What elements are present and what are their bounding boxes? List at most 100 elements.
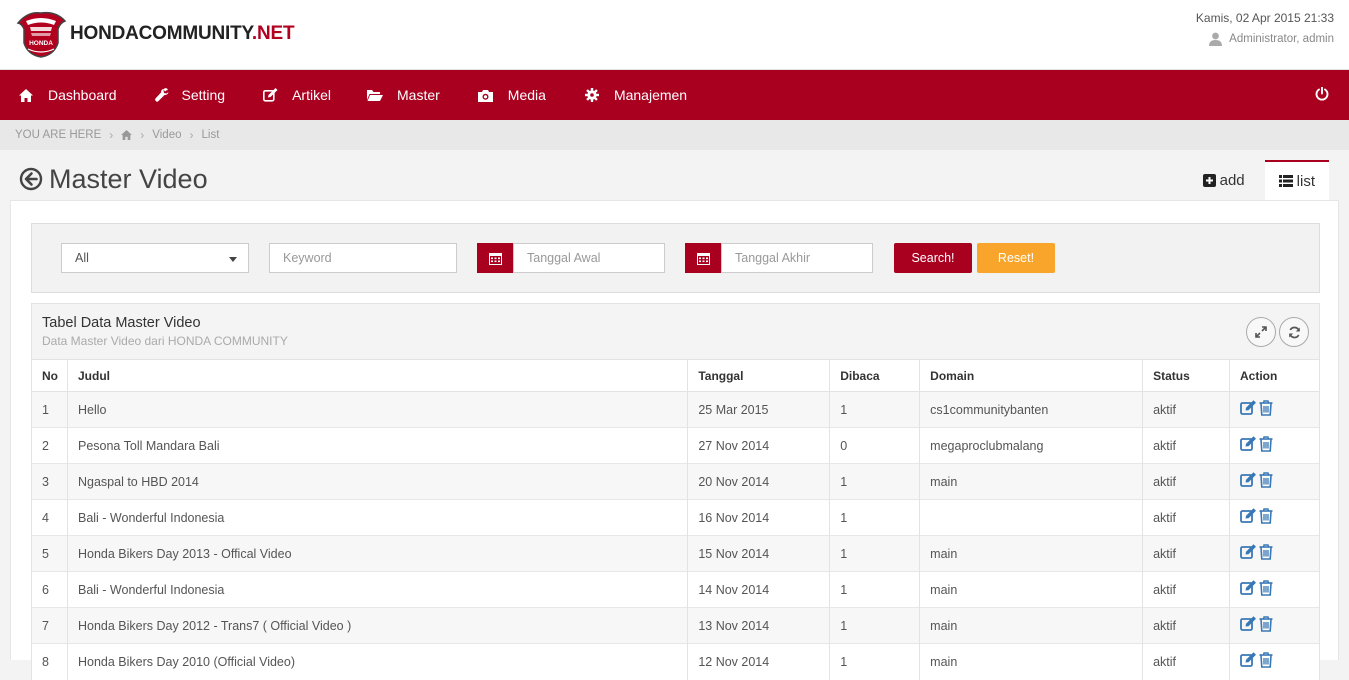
edit-icon[interactable] [1240, 436, 1257, 455]
calendar-start-button[interactable] [477, 243, 513, 273]
cell-tanggal: 13 Nov 2014 [687, 607, 831, 644]
cell-action [1229, 427, 1320, 464]
chevron-right-icon: › [140, 128, 145, 142]
nav-manajemen[interactable]: Manajemen [584, 70, 687, 120]
nav-manajemen-label: Manajemen [613, 87, 688, 103]
edit-icon [262, 87, 278, 103]
cell-dibaca: 1 [829, 391, 921, 428]
tab-list[interactable]: list [1264, 160, 1329, 200]
cell-dibaca: 1 [829, 535, 921, 572]
cell-no: 3 [31, 463, 68, 500]
cell-dibaca: 1 [829, 643, 921, 680]
svg-text:HONDA: HONDA [29, 40, 53, 47]
cell-dibaca: 1 [829, 607, 921, 644]
table-row[interactable]: 3 Ngaspal to HBD 2014 20 Nov 2014 1 main akti… [31, 463, 1320, 500]
table-row[interactable]: 1 Hello 25 Mar 2015 1 cs1communitybanten akti… [31, 391, 1320, 428]
trash-icon[interactable] [1259, 400, 1273, 419]
date-start-input[interactable]: Tanggal Awal [513, 243, 665, 273]
table-header-panel: Tabel Data Master Video Data Master Vide… [31, 303, 1320, 359]
cell-domain: megaproclubmalang [919, 427, 1144, 464]
trash-icon[interactable] [1259, 508, 1273, 527]
calendar-end-button[interactable] [685, 243, 721, 273]
breadcrumb-home-icon[interactable] [121, 130, 133, 140]
col-dibaca: Dibaca [829, 359, 921, 392]
date-end-input[interactable]: Tanggal Akhir [721, 243, 873, 273]
edit-icon[interactable] [1240, 616, 1257, 635]
back-arrow-circle-icon[interactable] [19, 167, 43, 191]
nav-media[interactable]: Media [478, 70, 546, 120]
breadcrumb-prefix: YOU ARE HERE [15, 129, 102, 141]
cell-status: aktif [1142, 643, 1231, 680]
col-domain: Domain [919, 359, 1144, 392]
calendar-icon [696, 252, 710, 265]
edit-icon[interactable] [1240, 400, 1257, 419]
cell-action [1229, 391, 1320, 428]
edit-icon[interactable] [1240, 544, 1257, 563]
list-icon [1278, 175, 1293, 187]
user-name: Administrator, admin [1229, 33, 1334, 45]
reset-button[interactable]: Reset! [977, 243, 1055, 273]
col-no: No [31, 359, 68, 392]
edit-icon[interactable] [1240, 472, 1257, 491]
col-status: Status [1142, 359, 1231, 392]
cell-status: aktif [1142, 391, 1231, 428]
cell-domain: main [919, 607, 1144, 644]
trash-icon[interactable] [1259, 436, 1273, 455]
refresh-button[interactable] [1279, 317, 1309, 347]
gear-icon [584, 87, 600, 103]
category-select[interactable]: All [61, 243, 249, 273]
trash-icon[interactable] [1259, 580, 1273, 599]
cell-domain [919, 499, 1144, 536]
cell-judul: Honda Bikers Day 2013 - Offical Video [66, 535, 689, 572]
content-panel: All Keyword Tanggal Awal Tanggal Akhir S… [10, 200, 1339, 680]
cell-judul: Honda Bikers Day 2010 (Official Video) [66, 643, 689, 680]
table-row[interactable]: 6 Bali - Wonderful Indonesia 14 Nov 2014 1 m… [31, 571, 1320, 608]
nav-setting[interactable]: Setting [154, 70, 226, 120]
edit-icon[interactable] [1240, 652, 1257, 671]
table-row[interactable]: 8 Honda Bikers Day 2010 (Official Video) 1… [31, 643, 1320, 680]
page-titlebar: Master Video add list [0, 150, 1349, 200]
caret-down-icon [229, 257, 237, 262]
chevron-right-icon: › [109, 128, 114, 142]
edit-icon[interactable] [1240, 580, 1257, 599]
trash-icon[interactable] [1259, 652, 1273, 671]
breadcrumb-video[interactable]: Video [152, 129, 181, 141]
nav-artikel[interactable]: Artikel [262, 70, 331, 120]
cell-dibaca: 1 [829, 463, 921, 500]
cell-status: aktif [1142, 607, 1231, 644]
nav-setting-label: Setting [181, 87, 226, 103]
tab-add[interactable]: add [1188, 160, 1259, 200]
expand-button[interactable] [1246, 317, 1276, 347]
cell-judul: Ngaspal to HBD 2014 [66, 463, 689, 500]
video-table: No Judul Tanggal Dibaca Domain Status Ac… [31, 359, 1320, 680]
trash-icon[interactable] [1259, 544, 1273, 563]
user-menu[interactable]: Administrator, admin [1196, 32, 1334, 46]
wrench-icon [154, 87, 170, 103]
nav-dashboard-label: Dashboard [48, 87, 117, 103]
col-action: Action [1229, 359, 1320, 392]
trash-icon[interactable] [1259, 616, 1273, 635]
chevron-right-icon: › [189, 128, 194, 142]
camera-icon [478, 87, 494, 103]
edit-icon[interactable] [1240, 508, 1257, 527]
search-button[interactable]: Search! [894, 243, 972, 273]
cell-no: 2 [31, 427, 68, 464]
col-judul: Judul [66, 359, 689, 392]
site-name-main: HONDACOMMUNITY [70, 23, 252, 44]
cell-no: 4 [31, 499, 68, 536]
table-row[interactable]: 7 Honda Bikers Day 2012 - Trans7 ( Offici… [31, 607, 1320, 644]
nav-dashboard[interactable]: Dashboard [18, 70, 117, 120]
table-row[interactable]: 2 Pesona Toll Mandara Bali 27 Nov 2014 0 meg… [31, 427, 1320, 464]
table-row[interactable]: 4 Bali - Wonderful Indonesia 16 Nov 2014 1 a… [31, 499, 1320, 536]
cell-domain: main [919, 535, 1144, 572]
cell-status: aktif [1142, 499, 1231, 536]
nav-media-label: Media [507, 87, 546, 103]
keyword-input[interactable]: Keyword [269, 243, 457, 273]
cell-tanggal: 16 Nov 2014 [687, 499, 831, 536]
table-row[interactable]: 5 Honda Bikers Day 2013 - Offical Video 15… [31, 535, 1320, 572]
power-logout-icon[interactable] [1315, 86, 1331, 103]
trash-icon[interactable] [1259, 472, 1273, 491]
nav-master[interactable]: Master [367, 70, 440, 120]
site-logo[interactable]: HONDA HONDACOMMUNITY.NET [14, 9, 295, 59]
cell-no: 6 [31, 571, 68, 608]
